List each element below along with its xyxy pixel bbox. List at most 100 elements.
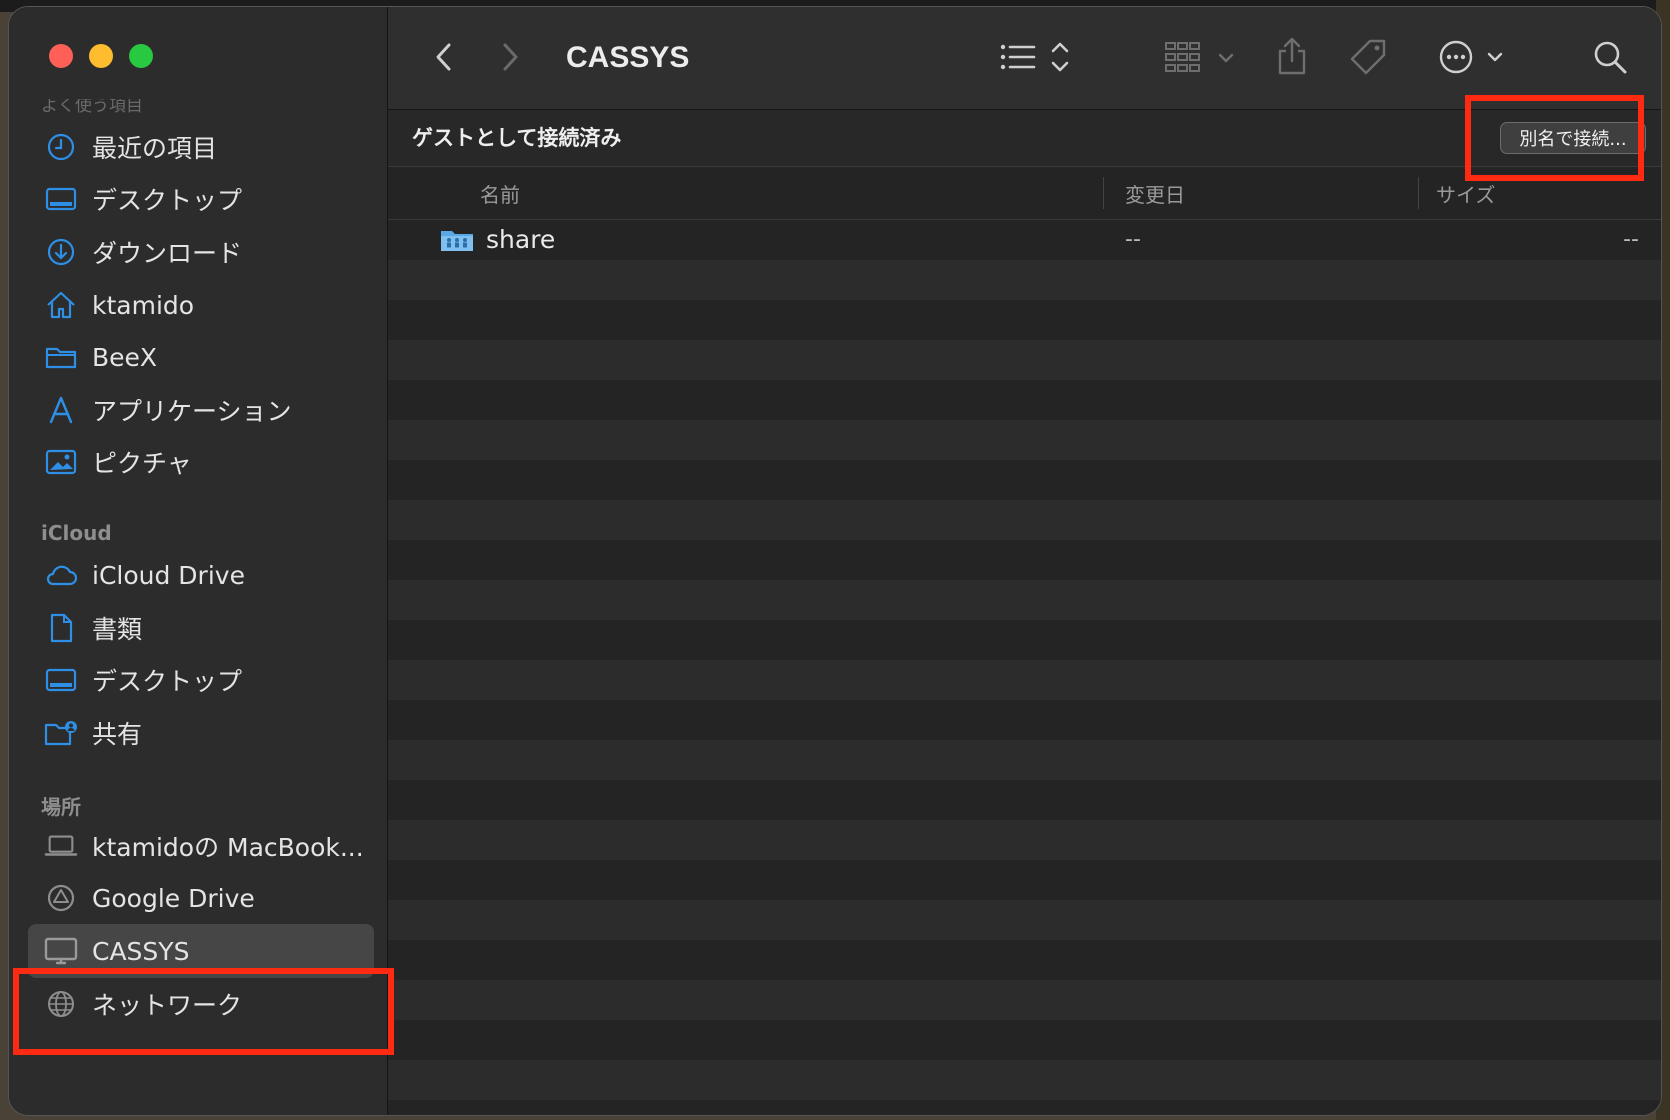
empty-row <box>388 700 1661 740</box>
close-button[interactable] <box>49 44 73 68</box>
empty-row <box>388 260 1661 300</box>
empty-row <box>388 1100 1661 1115</box>
clock-icon <box>44 130 78 164</box>
back-button[interactable] <box>424 37 464 77</box>
table-row[interactable]: share -- -- <box>388 220 1661 260</box>
group-button[interactable] <box>1164 35 1240 79</box>
cloud-icon <box>44 558 78 592</box>
empty-row <box>388 540 1661 580</box>
column-modified[interactable]: 変更日 <box>1125 179 1185 208</box>
sidebar-item-label: ダウンロード <box>92 239 243 268</box>
shared-folder-icon <box>44 716 78 750</box>
desktop-icon <box>44 182 78 216</box>
laptop-icon <box>44 829 78 863</box>
window-controls <box>49 44 153 68</box>
empty-row <box>388 460 1661 500</box>
search-icon <box>1594 41 1627 74</box>
sidebar-item-label: Google Drive <box>92 883 255 913</box>
share-button[interactable] <box>1272 31 1312 81</box>
sidebar-section-icloud: iCloud <box>41 521 112 545</box>
file-modified: -- <box>1125 227 1141 252</box>
empty-row <box>388 620 1661 660</box>
empty-row <box>388 1020 1661 1060</box>
column-divider[interactable] <box>1418 177 1419 209</box>
sidebar-item-label: 書類 <box>92 615 143 644</box>
sidebar-item-macbook[interactable]: ktamidoの MacBook... <box>28 819 374 873</box>
folder-icon <box>44 340 78 374</box>
sidebar-item-icloud-desktop[interactable]: デスクトップ <box>28 653 374 707</box>
forward-button[interactable] <box>490 37 530 77</box>
empty-row <box>388 1060 1661 1100</box>
file-name: share <box>486 225 556 254</box>
ellipsis-circle-icon <box>1439 40 1503 74</box>
sidebar-item-label: デスクトップ <box>92 667 243 696</box>
zoom-button[interactable] <box>129 44 153 68</box>
chevron-left-icon <box>436 43 451 71</box>
list-view-icon <box>1000 42 1069 72</box>
empty-row <box>388 660 1661 700</box>
sidebar-section-favorites: よく使う項目 <box>41 99 143 113</box>
sidebar-item-downloads[interactable]: ダウンロード <box>28 225 374 279</box>
sidebar-item-label: ktamido <box>92 290 195 320</box>
sidebar-item-pictures[interactable]: ピクチャ <box>28 435 374 489</box>
sidebar-item-shared[interactable]: 共有 <box>28 706 374 760</box>
sidebar-item-label: ピクチャ <box>92 449 192 478</box>
sidebar-item-label: 最近の項目 <box>92 134 218 163</box>
pictures-icon <box>44 445 78 479</box>
empty-row <box>388 340 1661 380</box>
connection-status: ゲストとして接続済み <box>412 126 622 150</box>
column-name[interactable]: 名前 <box>480 179 520 208</box>
grid-icon <box>1165 42 1234 72</box>
sidebar-item-desktop[interactable]: デスクトップ <box>28 172 374 226</box>
file-list: share -- -- <box>388 220 1661 1115</box>
sidebar-item-google-drive[interactable]: Google Drive <box>28 871 374 925</box>
sidebar-item-recents[interactable]: 最近の項目 <box>28 120 374 174</box>
sidebar-item-home[interactable]: ktamido <box>28 278 374 332</box>
empty-row <box>388 740 1661 780</box>
sidebar-item-label: デスクトップ <box>92 186 243 215</box>
sidebar-item-label: iCloud Drive <box>92 560 245 590</box>
sidebar-item-label: BeeX <box>92 342 158 372</box>
drive-icon <box>44 881 78 915</box>
download-icon <box>44 235 78 269</box>
empty-row <box>388 380 1661 420</box>
home-icon <box>44 288 78 322</box>
empty-row <box>388 580 1661 620</box>
finder-window: よく使う項目 最近の項目 デスクトップ ダウンロード ktamido BeeX … <box>8 6 1662 1116</box>
column-size[interactable]: サイズ <box>1436 179 1495 208</box>
view-mode-button[interactable] <box>998 35 1078 79</box>
search-button[interactable] <box>1588 35 1632 79</box>
sidebar-item-icloud-drive[interactable]: iCloud Drive <box>28 548 374 602</box>
file-size: -- <box>1623 227 1639 252</box>
empty-row <box>388 940 1661 980</box>
sidebar-item-label: ktamidoの MacBook... <box>92 833 364 862</box>
apps-icon <box>44 393 78 427</box>
shared-folder-icon <box>440 228 474 256</box>
sidebar-item-label: アプリケーション <box>92 397 292 426</box>
column-divider[interactable] <box>1103 177 1104 209</box>
empty-row <box>388 300 1661 340</box>
sidebar-item-applications[interactable]: アプリケーション <box>28 383 374 437</box>
empty-row <box>388 820 1661 860</box>
sidebar-item-label: CASSYS <box>92 936 190 966</box>
share-icon <box>1278 37 1306 75</box>
minimize-button[interactable] <box>89 44 113 68</box>
more-actions-button[interactable] <box>1438 35 1508 79</box>
document-icon <box>44 611 78 645</box>
sidebar-section-locations: 場所 <box>41 795 81 819</box>
sidebar-item-beex[interactable]: BeeX <box>28 330 374 384</box>
annotation-highlight-connect-as <box>1465 95 1644 181</box>
empty-row <box>388 860 1661 900</box>
empty-row <box>388 780 1661 820</box>
window-title: CASSYS <box>566 41 690 74</box>
sidebar: よく使う項目 最近の項目 デスクトップ ダウンロード ktamido BeeX … <box>9 7 388 1115</box>
desktop-icon <box>44 663 78 697</box>
empty-row <box>388 420 1661 460</box>
empty-row <box>388 980 1661 1020</box>
empty-row <box>388 900 1661 940</box>
annotation-highlight-cassys <box>13 968 394 1055</box>
monitor-icon <box>44 934 78 968</box>
sidebar-item-documents[interactable]: 書類 <box>28 601 374 655</box>
tag-button[interactable] <box>1346 35 1390 79</box>
tag-icon <box>1350 39 1386 75</box>
